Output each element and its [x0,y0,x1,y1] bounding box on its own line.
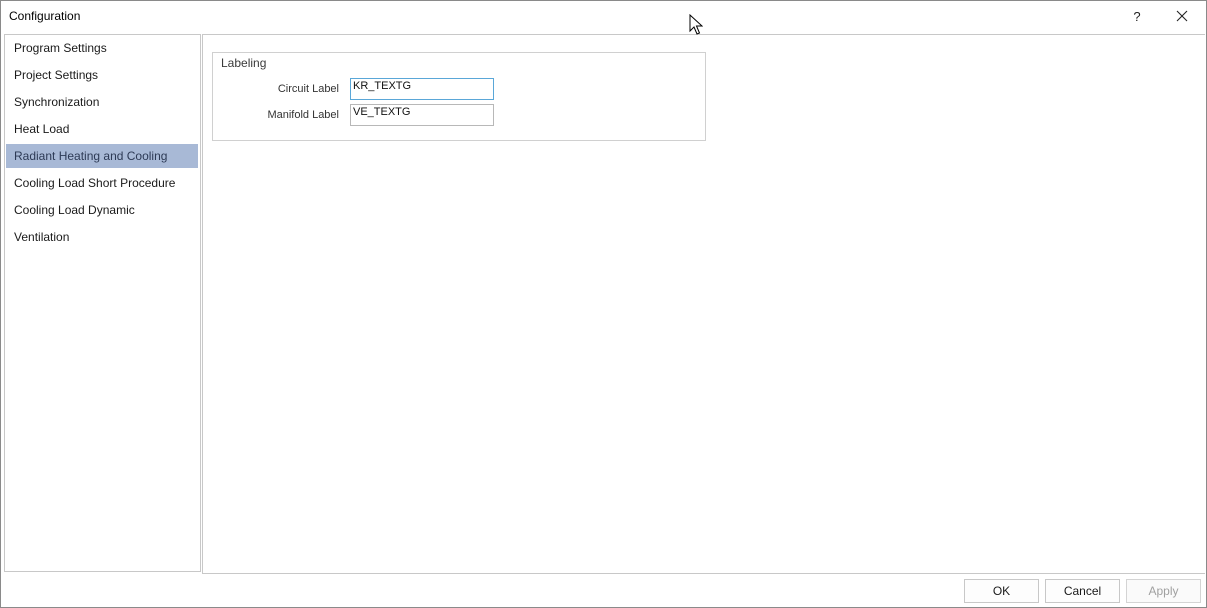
settings-content-panel: Labeling Circuit Label Manifold Label [202,34,1205,574]
mouse-pointer-icon [689,14,703,35]
close-icon [1176,10,1188,22]
cancel-button[interactable]: Cancel [1045,579,1120,603]
sidebar-item-cooling-load-short-procedure[interactable]: Cooling Load Short Procedure [6,171,198,195]
labeling-group-title: Labeling [221,56,267,70]
title-bar: Configuration ? [1,1,1206,32]
manifold-label-input[interactable] [350,104,494,126]
configuration-dialog: Configuration ? Program Settings Project… [0,0,1207,608]
labeling-group: Labeling Circuit Label Manifold Label [212,52,706,141]
help-icon: ? [1133,8,1141,24]
close-button[interactable] [1160,3,1204,29]
sidebar-item-project-settings[interactable]: Project Settings [6,63,198,87]
circuit-label-caption: Circuit Label [277,83,339,95]
apply-button[interactable]: Apply [1126,579,1201,603]
sidebar-item-ventilation[interactable]: Ventilation [6,225,198,249]
settings-navigation: Program Settings Project Settings Synchr… [4,34,201,572]
sidebar-item-heat-load[interactable]: Heat Load [6,117,198,141]
ok-button[interactable]: OK [964,579,1039,603]
help-button[interactable]: ? [1115,3,1159,29]
window-title: Configuration [9,9,81,23]
sidebar-item-radiant-heating-and-cooling[interactable]: Radiant Heating and Cooling [6,144,198,168]
sidebar-item-program-settings[interactable]: Program Settings [6,36,198,60]
manifold-label-caption: Manifold Label [267,109,339,121]
sidebar-item-synchronization[interactable]: Synchronization [6,90,198,114]
sidebar-item-cooling-load-dynamic[interactable]: Cooling Load Dynamic [6,198,198,222]
circuit-label-input[interactable] [350,78,494,100]
